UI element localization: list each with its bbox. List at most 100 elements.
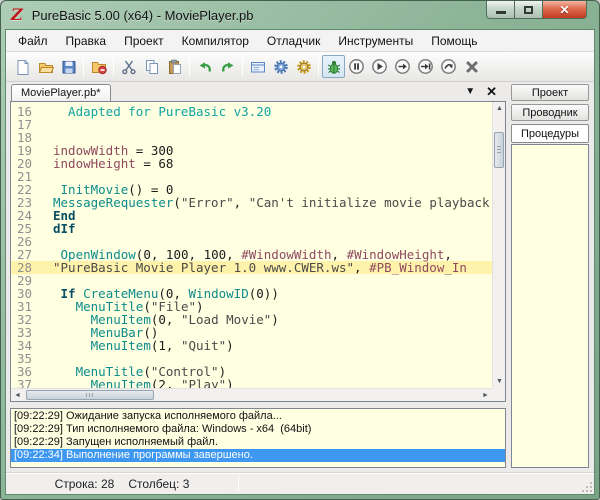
save-icon — [62, 60, 75, 73]
maximize-icon — [524, 5, 533, 14]
menu-item-2[interactable]: Правка — [57, 31, 116, 51]
tab-close-icon[interactable]: ✕ — [486, 85, 497, 98]
status-divider — [238, 476, 239, 491]
menu-item-4[interactable]: Компилятор — [173, 31, 258, 51]
code-text: "PureBasic Movie Player 1.0 www.CWER.ws"… — [53, 260, 467, 275]
purebasic-logo-icon: Z — [11, 5, 23, 24]
menu-item-6[interactable]: Инструменты — [329, 31, 422, 51]
tab-controls: ▼ ✕ — [465, 85, 506, 101]
redo-button[interactable] — [216, 55, 239, 78]
open-file-button[interactable] — [34, 55, 57, 78]
window-content: Файл Правка Проект Компилятор Отладчик Инстру… — [5, 29, 595, 495]
main-area: MoviePlayer.pb* ▼ ✕ 16 Adapted for PureB… — [6, 82, 594, 472]
run-continue-button[interactable] — [368, 55, 391, 78]
toolbar-separator — [318, 57, 319, 76]
undo-button[interactable] — [193, 55, 216, 78]
close-icon: ✕ — [559, 2, 570, 17]
scroll-up-arrow[interactable]: ▲ — [493, 102, 506, 115]
code-line-17[interactable]: 17 — [11, 118, 492, 131]
code-line-16[interactable]: 16 Adapted for PureBasic v3.20 — [11, 105, 492, 118]
vertical-scroll-thumb[interactable] — [494, 132, 504, 168]
code-line-28[interactable]: 28 "PureBasic Movie Player 1.0 www.CWER.w… — [11, 261, 492, 274]
side-panel: Проект Проводник Процедуры — [506, 82, 594, 472]
tab-movieplayer[interactable]: MoviePlayer.pb* — [11, 84, 111, 101]
compiler-log-panel[interactable]: [09:22:29] Ожидание запуска исполняемого… — [10, 408, 506, 468]
code-text: MessageRequester("Error", "Can't initial… — [53, 195, 490, 210]
kill-program-button[interactable] — [460, 55, 483, 78]
scroll-down-arrow[interactable]: ▼ — [493, 375, 506, 388]
procedures-list[interactable] — [511, 144, 589, 468]
code-editor: 16 Adapted for PureBasic v3.20 17 18 19 indo… — [10, 101, 506, 402]
menu-item-7[interactable]: Помощь — [422, 31, 486, 51]
code-line-25[interactable]: 25 dIf — [11, 222, 492, 235]
copy-icon — [145, 59, 158, 74]
copy-button[interactable] — [140, 55, 163, 78]
resize-grip[interactable] — [581, 481, 592, 492]
paste-button[interactable] — [163, 55, 186, 78]
vertical-scrollbar: ▲ ▼ — [492, 102, 505, 388]
step-over-icon — [418, 59, 433, 74]
caption-buttons: ✕ — [486, 1, 587, 19]
step-button[interactable] — [391, 55, 414, 78]
compiler-gear-gold-icon — [296, 59, 311, 74]
compiler-options-button[interactable] — [292, 55, 315, 78]
debugger-toggle-button[interactable] — [322, 55, 345, 78]
pause-button[interactable] — [345, 55, 368, 78]
log-entry-1[interactable]: [09:22:29] Ожидание запуска исполняемого… — [11, 410, 505, 423]
minimize-button[interactable] — [486, 1, 515, 19]
code-text: MenuItem(2, "Play") — [90, 377, 234, 388]
form-designer-button[interactable] — [246, 55, 269, 78]
new-file-icon — [17, 59, 28, 75]
log-entry-3[interactable]: [09:22:29] Запущен исполняемый файл. — [11, 436, 505, 449]
code-line-20[interactable]: 20 indowHeight = 68 — [11, 157, 492, 170]
code-text: dIf — [53, 221, 76, 236]
menu-item-1[interactable]: Файл — [9, 31, 57, 51]
step-over-button[interactable] — [414, 55, 437, 78]
save-file-button[interactable] — [57, 55, 80, 78]
step-arrow-icon — [395, 59, 410, 74]
close-file-icon — [91, 61, 107, 74]
status-line: Строка: 28 — [54, 476, 115, 491]
tab-list-dropdown-icon[interactable]: ▼ — [465, 86, 475, 97]
code-line-34[interactable]: 34 MenuItem(1, "Quit") — [11, 339, 492, 352]
side-tab-active-процедуры[interactable]: Процедуры — [511, 124, 589, 143]
file-tab-bar: MoviePlayer.pb* ▼ ✕ — [10, 82, 506, 101]
status-bar: Строка: 28 Столбец: 3 — [6, 472, 594, 494]
code-line-23[interactable]: 23 MessageRequester("Error", "Can't initi… — [11, 196, 492, 209]
log-entry-4[interactable]: [09:22:34] Выполнение программы завершен… — [11, 449, 505, 462]
new-file-button[interactable] — [11, 55, 34, 78]
toolbar-separator — [83, 57, 84, 76]
horizontal-scroll-thumb[interactable] — [26, 390, 154, 400]
pause-icon — [349, 59, 364, 74]
code-text: indowHeight = 68 — [53, 156, 174, 171]
close-file-button[interactable] — [87, 55, 110, 78]
menu-item-5[interactable]: Отладчик — [258, 31, 329, 51]
undo-icon — [199, 61, 211, 72]
menu-item-3[interactable]: Проект — [115, 31, 173, 51]
step-out-button[interactable] — [437, 55, 460, 78]
side-tab-проводник[interactable]: Проводник — [511, 104, 589, 121]
scroll-right-arrow[interactable]: ► — [479, 389, 492, 402]
debugger-bug-icon — [327, 60, 340, 74]
compile-run-button[interactable] — [269, 55, 292, 78]
cut-button[interactable] — [117, 55, 140, 78]
window-title: PureBasic 5.00 (x64) - MoviePlayer.pb — [31, 7, 254, 23]
side-tab-проект[interactable]: Проект — [511, 84, 589, 101]
log-entry-2[interactable]: [09:22:29] Тип исполняемого файла: Windo… — [11, 423, 505, 436]
line-number: 37 — [16, 377, 32, 388]
paste-icon — [168, 59, 181, 74]
scroll-left-arrow[interactable]: ◄ — [11, 389, 24, 402]
compile-gear-blue-icon — [273, 59, 288, 74]
code-line-24[interactable]: 24 End — [11, 209, 492, 222]
purebasic-ide-window: Z PureBasic 5.00 (x64) - MoviePlayer.pb … — [0, 0, 600, 500]
redo-icon — [221, 61, 233, 72]
code-lines[interactable]: 16 Adapted for PureBasic v3.20 17 18 19 indo… — [11, 102, 492, 388]
code-line-37[interactable]: 37 MenuItem(2, "Play") — [11, 378, 492, 388]
kill-x-icon — [466, 61, 477, 72]
maximize-button[interactable] — [515, 1, 542, 19]
cursor-position-section: Строка: 28 Столбец: 3 — [6, 477, 238, 491]
close-button[interactable]: ✕ — [542, 1, 587, 19]
